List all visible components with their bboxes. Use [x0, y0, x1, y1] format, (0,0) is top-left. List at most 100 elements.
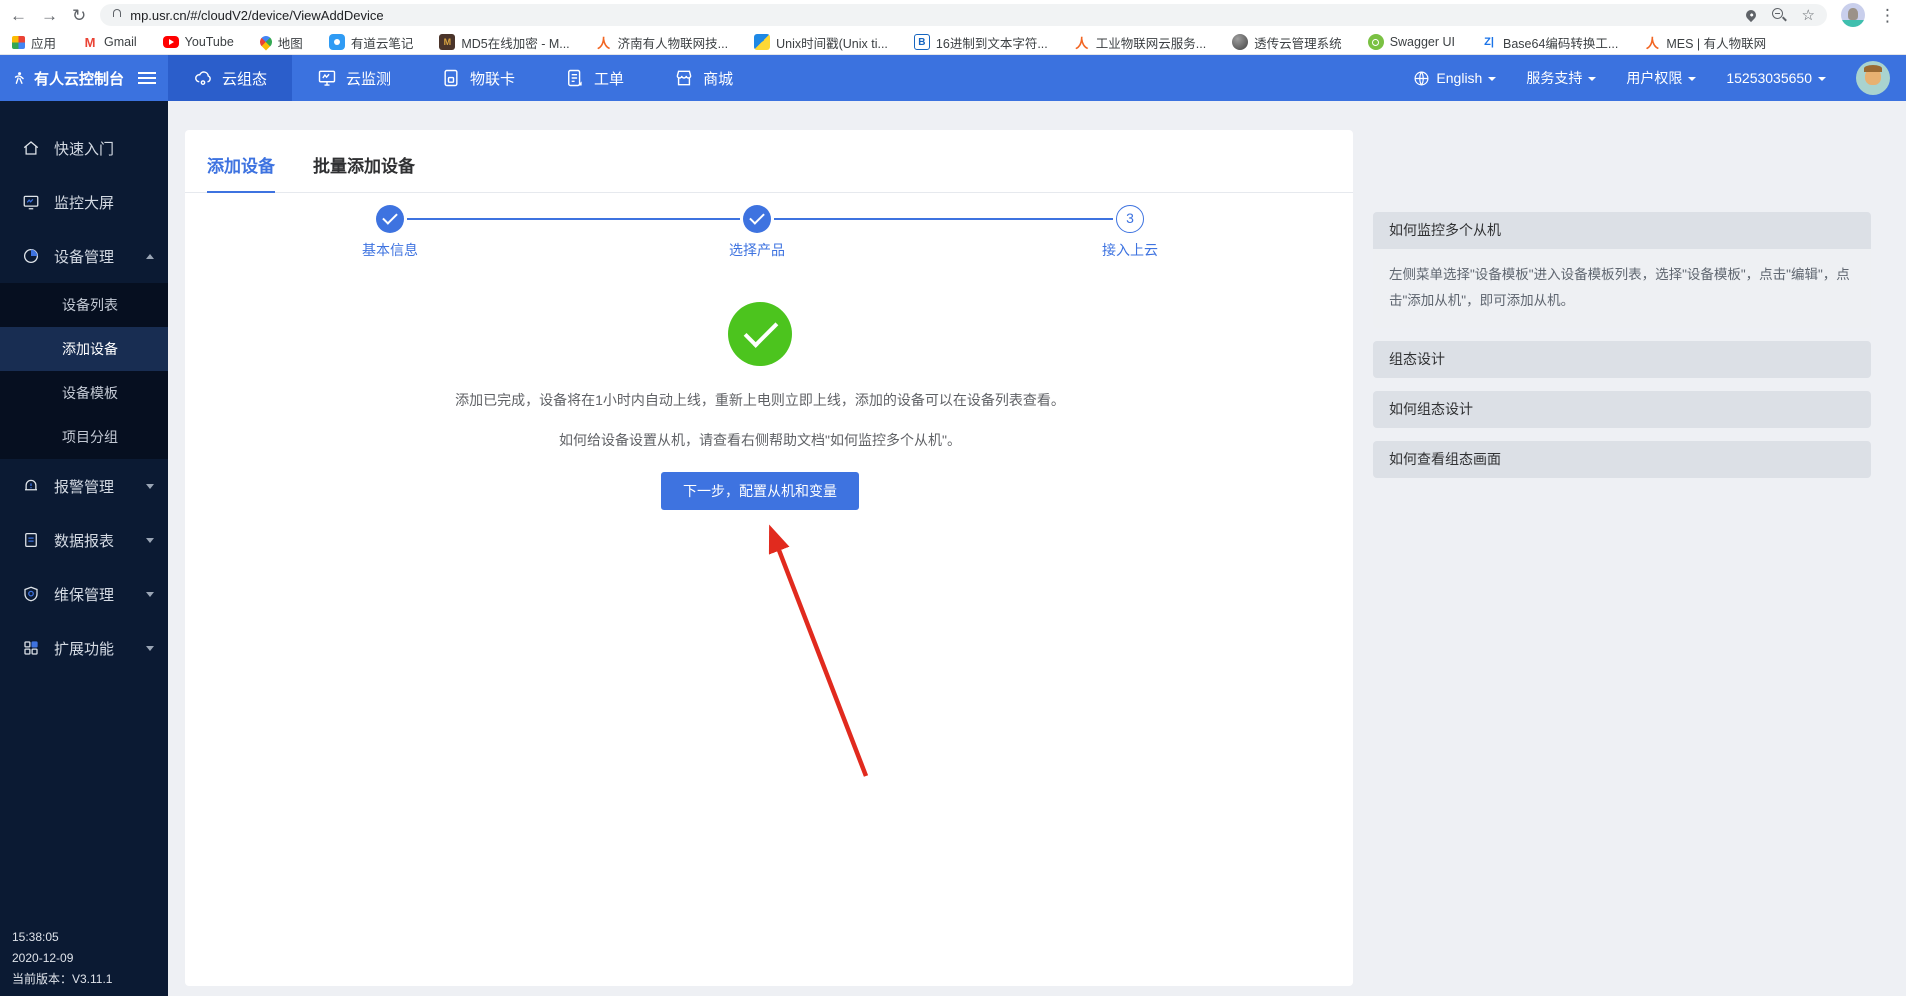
- help-accordion-header[interactable]: 如何查看组态画面: [1373, 441, 1871, 478]
- sidebar-item-label: 维保管理: [54, 584, 114, 605]
- location-pin-icon[interactable]: [1743, 8, 1757, 22]
- monitor-chart-icon: [317, 68, 337, 88]
- sidebar-item-label: 设备管理: [54, 246, 114, 267]
- sidebar-item-device-management[interactable]: 设备管理: [0, 229, 168, 283]
- help-accordion-header[interactable]: 如何组态设计: [1373, 391, 1871, 428]
- sidebar-item-data-report[interactable]: 数据报表: [0, 513, 168, 567]
- chevron-down-icon: [146, 484, 154, 489]
- refresh-icon[interactable]: ↻: [72, 7, 86, 24]
- apps-grid-icon: [12, 36, 25, 49]
- bookmark-label: MD5在线加密 - M...: [461, 33, 569, 52]
- grid-extension-icon: [22, 639, 40, 657]
- bookmark-base64[interactable]: Base64编码转换工...: [1481, 33, 1618, 52]
- language-selector[interactable]: English: [1413, 70, 1496, 87]
- language-label: English: [1436, 70, 1482, 86]
- globe-dark-icon: [1232, 34, 1248, 50]
- topnav-right: English 服务支持 用户权限 15253035650: [1413, 61, 1906, 95]
- bookmark-gmail[interactable]: Gmail: [82, 34, 137, 50]
- hamburger-menu-icon[interactable]: [138, 77, 156, 79]
- sidebar-item-label: 报警管理: [54, 476, 114, 497]
- browser-profile-avatar[interactable]: [1841, 3, 1865, 27]
- bookmark-label: Base64编码转换工...: [1503, 33, 1618, 52]
- hex-b-icon: [914, 34, 930, 50]
- home-icon: [22, 139, 40, 157]
- bookmarks-bar: 应用 Gmail YouTube 地图 有道云笔记 MD5在线加密 - M...…: [0, 30, 1906, 55]
- bookmark-iiot-cloud[interactable]: 工业物联网云服务...: [1074, 33, 1206, 52]
- sidebar-footer: 15:38:05 2020-12-09 当前版本：V3.11.1: [12, 927, 112, 990]
- bookmark-youtube[interactable]: YouTube: [163, 35, 234, 49]
- bookmark-youdao[interactable]: 有道云笔记: [329, 33, 414, 52]
- address-bar[interactable]: mp.usr.cn/#/cloudV2/device/ViewAddDevice…: [100, 4, 1827, 26]
- bookmark-label: 有道云笔记: [351, 33, 414, 52]
- user-permission-menu[interactable]: 用户权限: [1626, 68, 1696, 88]
- sidebar-item-device-template[interactable]: 设备模板: [0, 371, 168, 415]
- maps-pin-icon: [257, 34, 274, 51]
- account-menu[interactable]: 15253035650: [1726, 70, 1826, 86]
- bookmark-hex-text[interactable]: 16进制到文本字符...: [914, 33, 1048, 52]
- help-accordion-monitor-slaves: 如何监控多个从机 左侧菜单选择"设备模板"进入设备模板列表，选择"设备模板"，点…: [1373, 212, 1871, 328]
- current-date: 2020-12-09: [12, 948, 112, 969]
- padlock-icon[interactable]: [112, 9, 122, 22]
- next-step-button[interactable]: 下一步，配置从机和变量: [661, 472, 859, 510]
- sidebar-item-maintenance[interactable]: 维保管理: [0, 567, 168, 621]
- bookmark-maps[interactable]: 地图: [260, 33, 303, 52]
- bookmark-apps[interactable]: 应用: [12, 33, 56, 52]
- cloud-icon: [193, 68, 213, 88]
- bookmark-unix-timestamp[interactable]: Unix时间戳(Unix ti...: [754, 33, 888, 52]
- current-time: 15:38:05: [12, 927, 112, 948]
- user-avatar[interactable]: [1856, 61, 1890, 95]
- sidebar-item-alarm-management[interactable]: 报警管理: [0, 459, 168, 513]
- sidebar-item-label: 数据报表: [54, 530, 114, 551]
- browser-menu-icon[interactable]: ⋮: [1879, 7, 1896, 24]
- shield-icon: [22, 585, 40, 603]
- bookmark-passthrough-cloud[interactable]: 透传云管理系统: [1232, 33, 1342, 52]
- sidebar-item-quick-start[interactable]: 快速入门: [0, 121, 168, 175]
- nav-tab-iot-card[interactable]: 物联卡: [416, 55, 540, 101]
- bookmark-md5[interactable]: MD5在线加密 - M...: [439, 33, 569, 52]
- chevron-down-icon: [1688, 77, 1696, 81]
- sidebar-item-project-group[interactable]: 项目分组: [0, 415, 168, 459]
- nav-tab-cloud-scada[interactable]: 云组态: [168, 55, 292, 101]
- service-support-menu[interactable]: 服务支持: [1526, 68, 1596, 88]
- hint-message: 如何给设备设置从机，请查看右侧帮助文档"如何监控多个从机"。: [185, 430, 1335, 450]
- md5-icon: [439, 34, 455, 50]
- bookmark-label: Gmail: [104, 35, 137, 49]
- nav-tab-label: 工单: [594, 68, 624, 89]
- url-text[interactable]: mp.usr.cn/#/cloudV2/device/ViewAddDevice: [130, 8, 383, 23]
- youdao-note-icon: [329, 34, 345, 50]
- zoom-out-icon[interactable]: [1772, 8, 1786, 22]
- globe-icon: [1413, 70, 1430, 87]
- sidebar-item-label: 快速入门: [54, 138, 114, 159]
- forward-icon[interactable]: →: [41, 7, 58, 24]
- sidebar-item-device-list[interactable]: 设备列表: [0, 283, 168, 327]
- bookmark-label: Swagger UI: [1390, 35, 1455, 49]
- support-label: 服务支持: [1526, 68, 1582, 88]
- main-card: 添加设备 批量添加设备 基本信息 选择产品 3 接入上云 添加已完成，设备将在1…: [185, 130, 1353, 986]
- device-management-submenu: 设备列表 添加设备 设备模板 项目分组: [0, 283, 168, 459]
- sidebar-item-monitor-screen[interactable]: 监控大屏: [0, 175, 168, 229]
- help-accordion-how-to-scada: 如何组态设计: [1373, 391, 1871, 428]
- brand-title: 有人云控制台: [34, 68, 124, 89]
- usr-logo-icon: [12, 67, 26, 89]
- help-accordion-header[interactable]: 组态设计: [1373, 341, 1871, 378]
- bookmark-usr-jinan[interactable]: 济南有人物联网技...: [596, 33, 728, 52]
- bookmark-label: 应用: [31, 33, 56, 52]
- chevron-down-icon: [146, 646, 154, 651]
- chevron-down-icon: [1488, 77, 1496, 81]
- sidebar-item-add-device[interactable]: 添加设备: [0, 327, 168, 371]
- bookmark-label: 工业物联网云服务...: [1096, 33, 1206, 52]
- nav-tab-mall[interactable]: 商城: [649, 55, 758, 101]
- nav-tab-work-order[interactable]: 工单: [540, 55, 649, 101]
- bookmark-star-icon[interactable]: ☆: [1802, 8, 1815, 23]
- result-area: 添加已完成，设备将在1小时内自动上线，重新上电则立即上线，添加的设备可以在设备列…: [185, 130, 1335, 510]
- top-navbar: 有人云控制台 云组态 云监测 物联卡 工单 商城 English: [0, 55, 1906, 101]
- sidebar-item-label: 监控大屏: [54, 192, 114, 213]
- nav-tab-cloud-monitor[interactable]: 云监测: [292, 55, 416, 101]
- bookmark-swagger[interactable]: Swagger UI: [1368, 34, 1455, 50]
- usr-person-icon: [1074, 34, 1090, 50]
- success-check-icon: [728, 302, 792, 366]
- bookmark-mes[interactable]: MES | 有人物联网: [1644, 33, 1766, 52]
- back-icon[interactable]: ←: [10, 7, 27, 24]
- sidebar-item-extensions[interactable]: 扩展功能: [0, 621, 168, 675]
- help-accordion-header[interactable]: 如何监控多个从机: [1373, 212, 1871, 249]
